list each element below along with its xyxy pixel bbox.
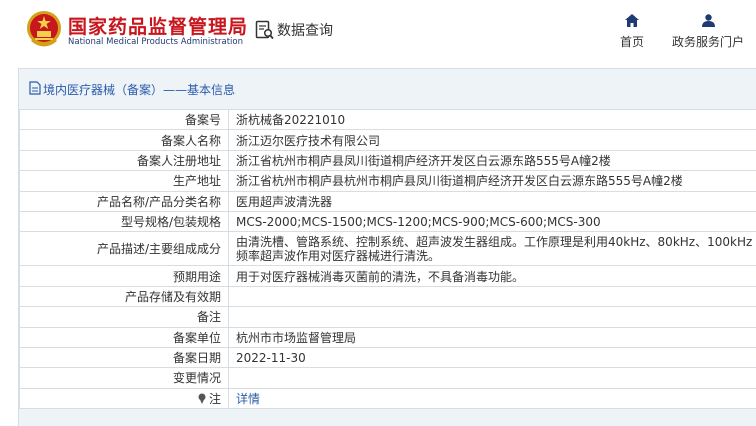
row-label: 变更情况 xyxy=(19,367,229,389)
nav-home-label: 首页 xyxy=(619,35,644,49)
table-row: 备案单位 杭州市市场监督管理局 xyxy=(19,326,756,348)
row-value xyxy=(228,285,756,308)
record-table: 备案号 浙杭械备20221010 备案人名称 浙江迈尔医疗技术有限公司 备案人注… xyxy=(19,108,756,410)
table-row: 变更情况 xyxy=(19,367,756,389)
table-row: 产品名称/产品分类名称 医用超声波清洗器 xyxy=(19,190,756,212)
row-label: 备案日期 xyxy=(19,346,229,369)
row-value: 浙杭械备20221010 xyxy=(228,108,756,131)
table-row: 备案日期 2022-11-30 xyxy=(19,346,756,369)
row-value: 用于对医疗器械消毒灭菌前的清洗，不具备消毒功能。 xyxy=(228,265,756,287)
nav-service-portal[interactable]: 政务服务门户 xyxy=(668,14,748,50)
row-label: 备案单位 xyxy=(19,326,229,348)
row-label: 产品名称/产品分类名称 xyxy=(19,190,229,212)
row-value: 浙江省杭州市桐庐县凤川街道桐庐经济开发区白云源东路555号A幢2楼 xyxy=(228,149,756,172)
table-row: 产品存储及有效期 xyxy=(19,285,756,308)
row-label: 预期用途 xyxy=(19,265,229,287)
org-name-cn: 国家药品监督管理局 xyxy=(68,16,249,38)
data-query-label: 数据查询 xyxy=(277,23,333,39)
national-emblem-icon xyxy=(27,11,61,47)
details-link[interactable]: 详情 xyxy=(236,392,260,406)
row-value: 由清洗槽、管路系统、控制系统、超声波发生器组成。工作原理是利用40kHz、80k… xyxy=(228,231,756,267)
row-label: 生产地址 xyxy=(19,170,229,192)
table-row: 预期用途 用于对医疗器械消毒灭菌前的清洗，不具备消毒功能。 xyxy=(19,265,756,287)
row-value: 浙江迈尔医疗技术有限公司 xyxy=(228,129,756,151)
table-row: 备案人注册地址 浙江省杭州市桐庐县凤川街道桐庐经济开发区白云源东路555号A幢2… xyxy=(19,149,756,172)
row-value: 2022-11-30 xyxy=(228,346,756,369)
row-value: 杭州市市场监督管理局 xyxy=(228,326,756,348)
user-icon xyxy=(701,14,715,27)
table-row: 产品描述/主要组成成分 由清洗槽、管路系统、控制系统、超声波发生器组成。工作原理… xyxy=(19,231,756,267)
table-row: 注 详情 xyxy=(19,387,756,410)
breadcrumb-text: 境内医疗器械（备案）——基本信息 xyxy=(43,83,236,97)
row-value: 浙江省杭州市桐庐县杭州市桐庐县凤川街道桐庐经济开发区白云源东路555号A幢2楼 xyxy=(228,170,756,192)
row-value: MCS-2000;MCS-1500;MCS-1200;MCS-900;MCS-6… xyxy=(228,210,756,233)
site-header: 国家药品监督管理局 National Medical Products Admi… xyxy=(0,0,756,68)
row-label: 备案人名称 xyxy=(19,129,229,151)
table-row: 型号规格/包装规格 MCS-2000;MCS-1500;MCS-1200;MCS… xyxy=(19,210,756,233)
table-row: 生产地址 浙江省杭州市桐庐县杭州市桐庐县凤川街道桐庐经济开发区白云源东路555号… xyxy=(19,170,756,192)
table-row: 备案号 浙杭械备20221010 xyxy=(19,108,756,131)
home-icon xyxy=(625,14,639,27)
row-value: 详情 xyxy=(228,387,756,410)
row-label: 备案号 xyxy=(19,108,229,131)
record-panel: 境内医疗器械（备案）——基本信息 备案号 浙杭械备20221010 备案人名称 … xyxy=(18,68,756,426)
data-query-link[interactable]: 数据查询 xyxy=(255,19,333,41)
pin-icon xyxy=(198,393,206,404)
row-label: 型号规格/包装规格 xyxy=(19,210,229,233)
row-label: 备注 xyxy=(19,306,229,328)
row-label: 产品描述/主要组成成分 xyxy=(19,231,229,267)
table-row: 备注 xyxy=(19,306,756,328)
note-label: 注 xyxy=(208,391,221,406)
table-row: 备案人名称 浙江迈尔医疗技术有限公司 xyxy=(19,129,756,151)
nav-home[interactable]: 首页 xyxy=(612,14,652,50)
row-label-note: 注 xyxy=(19,387,229,410)
org-name-en: National Medical Products Administration xyxy=(68,37,243,47)
row-label: 备案人注册地址 xyxy=(19,149,229,172)
row-value xyxy=(228,306,756,328)
nav-service-portal-label: 政务服务门户 xyxy=(671,35,744,49)
document-search-icon xyxy=(255,20,274,40)
row-value: 医用超声波清洗器 xyxy=(228,190,756,212)
row-label: 产品存储及有效期 xyxy=(19,285,229,308)
document-icon xyxy=(29,81,41,95)
breadcrumb: 境内医疗器械（备案）——基本信息 xyxy=(19,69,756,109)
row-value xyxy=(228,367,756,389)
